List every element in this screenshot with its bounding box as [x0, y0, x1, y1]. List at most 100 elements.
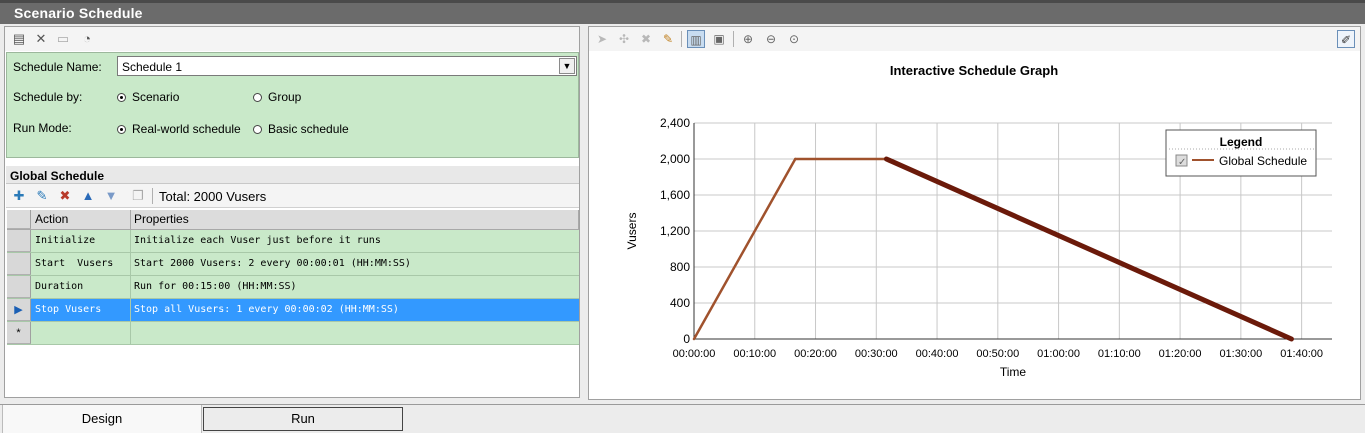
- rename-icon[interactable]: ▭: [55, 31, 71, 47]
- toolbar-divider: [152, 188, 153, 204]
- copy-icon[interactable]: ❐: [130, 188, 146, 204]
- toolbar-divider: [681, 31, 682, 47]
- y-tick-label: 2,400: [660, 116, 690, 130]
- x-tick-label: 00:50:00: [976, 348, 1019, 360]
- table-row[interactable]: Duration Run for 00:15:00 (HH:MM:SS): [7, 276, 579, 299]
- graph-view-icon[interactable]: ▥: [687, 30, 705, 48]
- schedule-toolbar: ▤ ✕ ▭ ◔: [5, 27, 579, 51]
- schedule-by-label: Schedule by:: [13, 90, 83, 104]
- zoom-in-icon[interactable]: ⊕: [739, 30, 757, 48]
- pencil-icon[interactable]: ✎: [659, 30, 677, 48]
- schedule-actions-table: Action Properties Initialize Initialize …: [7, 210, 579, 345]
- new-row-marker[interactable]: *: [7, 322, 31, 344]
- schedule-name-value: Schedule 1: [122, 60, 183, 74]
- new-table-row[interactable]: *: [7, 322, 579, 345]
- zoom-reset-icon[interactable]: ⊙: [785, 30, 803, 48]
- schedule-name-label: Schedule Name:: [13, 60, 102, 74]
- x-tick-label: 00:40:00: [916, 348, 959, 360]
- delete-point-icon[interactable]: ✖: [637, 30, 655, 48]
- properties-cell[interactable]: [132, 322, 579, 344]
- y-tick-label: 2,000: [660, 152, 690, 166]
- series-segment-selected[interactable]: [883, 156, 1294, 342]
- y-tick-label: 0: [683, 332, 690, 346]
- edit-action-icon[interactable]: ✎: [34, 188, 50, 204]
- radio-selected-icon: [117, 125, 126, 134]
- row-header-corner: [7, 210, 31, 229]
- action-cell[interactable]: Duration: [32, 276, 131, 298]
- action-cell[interactable]: Initialize: [32, 230, 131, 252]
- chart-series[interactable]: [692, 156, 1294, 342]
- window-title: Scenario Schedule: [14, 5, 143, 21]
- y-tick-label: 1,200: [660, 224, 690, 238]
- legend-toggle-icon[interactable]: ✐: [1337, 30, 1355, 48]
- run-mode-real-world-radio[interactable]: Real-world schedule: [117, 122, 241, 136]
- chart-legend: Legend ✓ Global Schedule: [1165, 129, 1317, 177]
- table-row[interactable]: Start Vusers Start 2000 Vusers: 2 every …: [7, 253, 579, 276]
- properties-cell[interactable]: Stop all Vusers: 1 every 00:00:02 (HH:MM…: [132, 299, 579, 321]
- new-schedule-icon[interactable]: ▤: [11, 31, 27, 47]
- move-up-icon[interactable]: ▲: [80, 188, 96, 204]
- x-tick-label: 00:20:00: [794, 348, 837, 360]
- graph-toolbar: ➤ ✣ ✖ ✎ ▥ ▣ ⊕ ⊖ ⊙ ✐: [589, 27, 1360, 51]
- x-tick-label: 01:40:00: [1280, 348, 1323, 360]
- radio-icon: [253, 93, 262, 102]
- x-tick-label: 01:00:00: [1037, 348, 1080, 360]
- schedule-by-scenario-radio[interactable]: Scenario: [117, 90, 179, 104]
- properties-cell[interactable]: Initialize each Vuser just before it run…: [132, 230, 579, 252]
- series-segment[interactable]: [692, 157, 797, 341]
- run-mode-label: Run Mode:: [13, 121, 72, 135]
- row-selector[interactable]: [7, 253, 31, 275]
- pointer-icon[interactable]: ➤: [593, 30, 611, 48]
- add-action-icon[interactable]: ✚: [11, 188, 27, 204]
- column-header-action[interactable]: Action: [32, 210, 131, 229]
- delete-icon[interactable]: ✕: [33, 31, 49, 47]
- row-selector[interactable]: [7, 230, 31, 252]
- x-tick-label: 00:00:00: [673, 348, 716, 360]
- global-schedule-header: Global Schedule: [6, 166, 579, 184]
- row-selector[interactable]: [7, 276, 31, 298]
- y-tick-label: 400: [670, 296, 690, 310]
- table-row[interactable]: Initialize Initialize each Vuser just be…: [7, 230, 579, 253]
- x-axis-label: Time: [1000, 365, 1027, 379]
- title-bar: Scenario Schedule: [0, 0, 1365, 24]
- legend-title: Legend: [1220, 135, 1263, 149]
- legend-series-name: Global Schedule: [1219, 154, 1307, 168]
- split-icon[interactable]: ✣: [615, 30, 633, 48]
- radio-selected-icon: [117, 93, 126, 102]
- check-icon: ✓: [1178, 157, 1186, 168]
- schedule-time-icon[interactable]: ◔: [79, 31, 95, 47]
- action-cell[interactable]: [32, 322, 131, 344]
- x-tick-label: 01:20:00: [1159, 348, 1202, 360]
- schedule-graph[interactable]: Interactive Schedule Graph Vusers Time 0…: [589, 53, 1360, 399]
- current-row-arrow-icon[interactable]: ▶: [7, 299, 31, 321]
- graph-panel: ➤ ✣ ✖ ✎ ▥ ▣ ⊕ ⊖ ⊙ ✐ Interactive Schedule…: [588, 26, 1361, 400]
- y-axis-label: Vusers: [625, 213, 639, 250]
- global-schedule-toolbar: ✚ ✎ ✖ ▲ ▼ ❐ Total: 2000 Vusers: [6, 184, 579, 208]
- tab-run[interactable]: Run: [203, 407, 403, 431]
- chart-title: Interactive Schedule Graph: [890, 63, 1058, 78]
- fit-view-icon[interactable]: ▣: [710, 30, 728, 48]
- y-tick-label: 800: [670, 260, 690, 274]
- table-header: Action Properties: [7, 210, 579, 230]
- chevron-down-icon[interactable]: ▼: [559, 58, 575, 74]
- delete-action-icon[interactable]: ✖: [57, 188, 73, 204]
- toolbar-divider: [733, 31, 734, 47]
- x-tick-label: 00:30:00: [855, 348, 898, 360]
- tab-design[interactable]: Design: [2, 405, 202, 433]
- properties-cell[interactable]: Start 2000 Vusers: 2 every 00:00:01 (HH:…: [132, 253, 579, 275]
- schedule-by-group-radio[interactable]: Group: [253, 90, 301, 104]
- x-tick-label: 00:10:00: [733, 348, 776, 360]
- table-row-selected[interactable]: ▶ Stop Vusers Stop all Vusers: 1 every 0…: [7, 299, 579, 322]
- move-down-icon[interactable]: ▼: [103, 188, 119, 204]
- zoom-out-icon[interactable]: ⊖: [762, 30, 780, 48]
- y-tick-label: 1,600: [660, 188, 690, 202]
- column-header-properties[interactable]: Properties: [132, 210, 579, 229]
- schedule-panel: ▤ ✕ ▭ ◔ Schedule Name: Schedule 1 ▼ Sche…: [4, 26, 580, 398]
- properties-cell[interactable]: Run for 00:15:00 (HH:MM:SS): [132, 276, 579, 298]
- schedule-name-dropdown[interactable]: Schedule 1 ▼: [117, 56, 577, 76]
- action-cell[interactable]: Start Vusers: [32, 253, 131, 275]
- x-tick-label: 01:10:00: [1098, 348, 1141, 360]
- action-cell[interactable]: Stop Vusers: [32, 299, 131, 321]
- run-mode-basic-radio[interactable]: Basic schedule: [253, 122, 349, 136]
- schedule-settings: Schedule Name: Schedule 1 ▼ Schedule by:…: [6, 52, 579, 158]
